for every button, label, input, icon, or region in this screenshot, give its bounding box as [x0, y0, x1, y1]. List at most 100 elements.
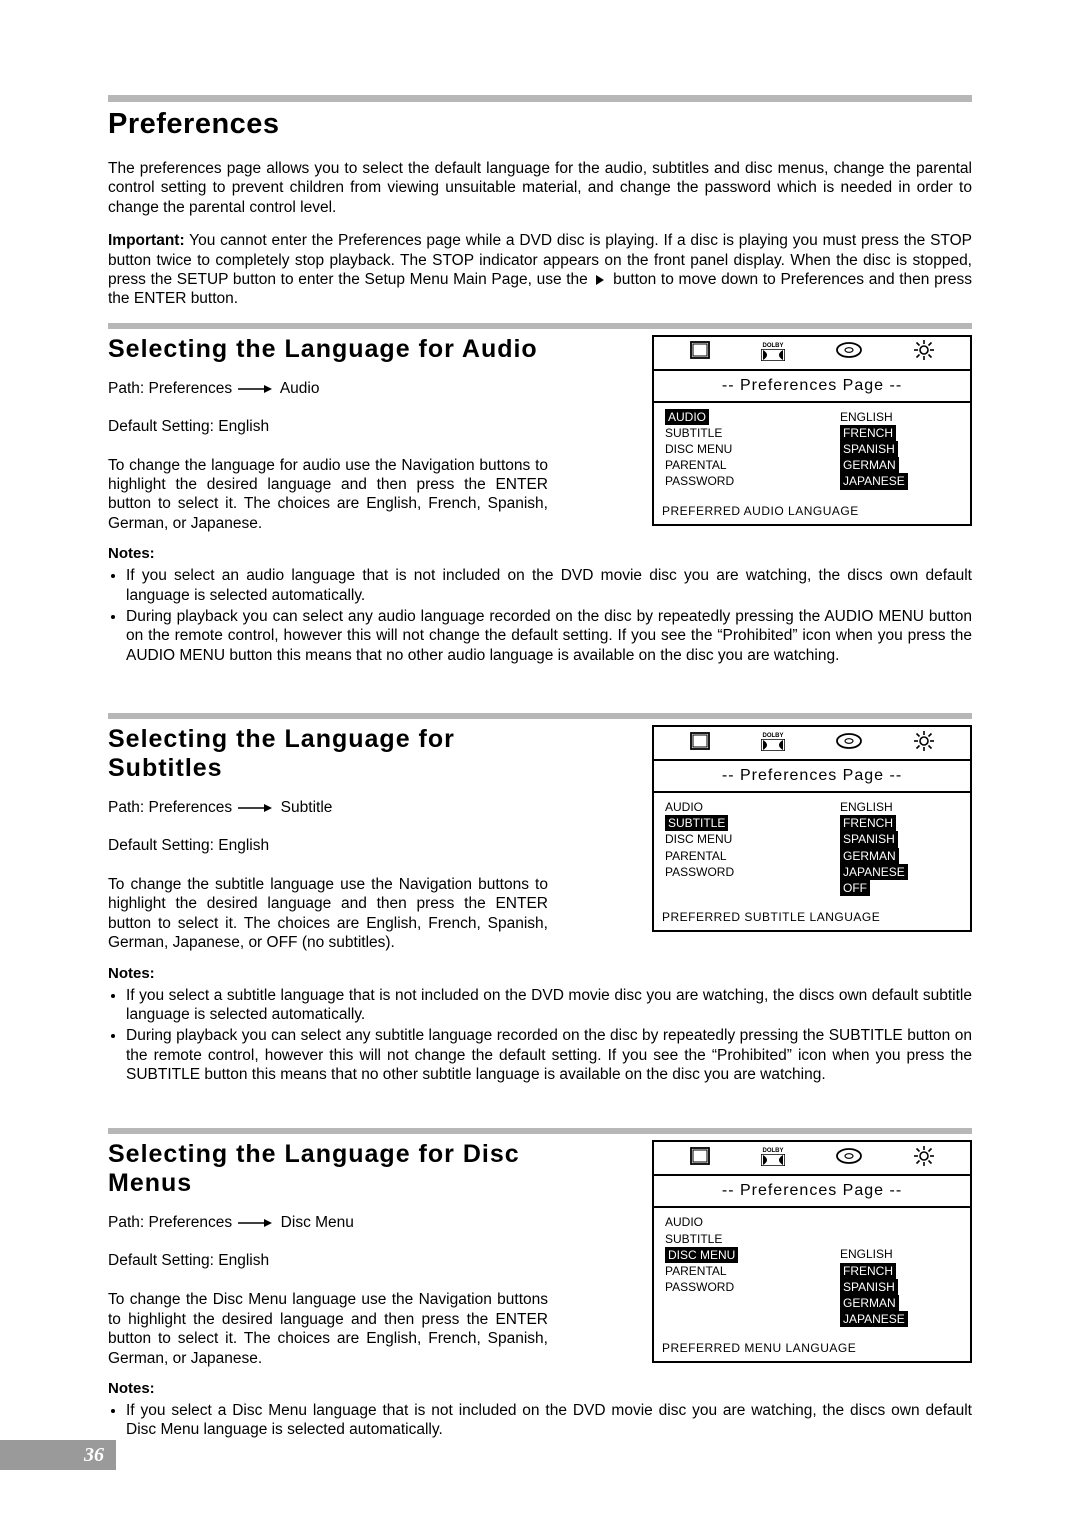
osd-left-item: DISC MENU — [665, 1247, 738, 1263]
osd-left-list: AUDIO SUBTITLE DISC MENU PARENTAL PASSWO… — [662, 1214, 827, 1327]
osd-right-item: FRENCH — [840, 1263, 896, 1279]
osd-footer: PREFERRED AUDIO LANGUAGE — [654, 500, 970, 524]
disc-icon — [835, 341, 863, 364]
osd-footer: PREFERRED SUBTITLE LANGUAGE — [654, 906, 970, 930]
osd-right-item: JAPANESE — [840, 1311, 908, 1327]
audio-default: Default Setting: English — [108, 418, 548, 436]
discmenu-title: Selecting the Language for Disc Menus — [108, 1140, 548, 1198]
osd-right-item: GERMAN — [840, 1295, 899, 1311]
osd-right-item: GERMAN — [840, 457, 899, 473]
note-item: If you select an audio language that is … — [126, 566, 972, 605]
osd-left-item: PARENTAL — [662, 848, 827, 864]
section-divider — [108, 1128, 972, 1134]
note-item: During playback you can select any audio… — [126, 607, 972, 665]
notes-label: Notes: — [108, 1380, 972, 1397]
note-item: If you select a subtitle language that i… — [126, 986, 972, 1025]
intro-paragraph: The preferences page allows you to selec… — [108, 159, 972, 217]
osd-right-item: SPANISH — [840, 1279, 898, 1295]
discmenu-path: Path: Preferences Disc Menu — [108, 1214, 548, 1232]
osd-title: -- Preferences Page -- — [654, 371, 970, 403]
gear-icon — [913, 730, 935, 757]
osd-left-item: AUDIO — [662, 1214, 827, 1230]
notes-label: Notes: — [108, 965, 972, 982]
osd-right-item: SPANISH — [840, 831, 898, 847]
subtitle-path: Path: Preferences Subtitle — [108, 799, 548, 817]
notes-label: Notes: — [108, 545, 972, 562]
osd-left-item: SUBTITLE — [665, 815, 728, 831]
osd-left-item: PASSWORD — [662, 473, 827, 489]
discmenu-default: Default Setting: English — [108, 1252, 548, 1270]
subtitle-notes: If you select a subtitle language that i… — [108, 986, 972, 1085]
important-paragraph: Important: You cannot enter the Preferen… — [108, 231, 972, 309]
osd-right-item: GERMAN — [840, 848, 899, 864]
osd-right-item: OFF — [840, 880, 870, 896]
osd-left-item: PASSWORD — [662, 1279, 827, 1295]
osd-right-list: ENGLISH FRENCH SPANISH GERMAN JAPANESE O… — [827, 799, 962, 896]
subtitle-default: Default Setting: English — [108, 837, 548, 855]
osd-right-list: ENGLISH FRENCH SPANISH GERMAN JAPANESE — [827, 1214, 962, 1327]
disc-icon — [835, 732, 863, 755]
audio-title: Selecting the Language for Audio — [108, 335, 548, 364]
osd-left-list: AUDIO SUBTITLE DISC MENU PARENTAL PASSWO… — [662, 799, 827, 896]
osd-icon-row: DOLBY — [654, 337, 970, 371]
arrow-icon — [238, 1218, 272, 1228]
osd-right-item: JAPANESE — [840, 473, 908, 489]
osd-left-item: PARENTAL — [662, 457, 827, 473]
gear-icon — [913, 1145, 935, 1172]
important-label: Important: — [108, 232, 185, 249]
osd-left-item: AUDIO — [662, 799, 827, 815]
disc-icon — [835, 1147, 863, 1170]
osd-left-item: SUBTITLE — [662, 425, 827, 441]
arrow-icon — [238, 803, 272, 813]
osd-right-item: ENGLISH — [837, 1246, 962, 1262]
osd-right-item: FRENCH — [840, 425, 896, 441]
osd-left-item: DISC MENU — [662, 831, 827, 847]
path-label: Path: Preferences — [108, 380, 236, 397]
right-triangle-icon — [595, 274, 605, 286]
gear-icon — [913, 339, 935, 366]
page-number: 36 — [0, 1440, 116, 1470]
osd-right-list: ENGLISH FRENCH SPANISH GERMAN JAPANESE — [827, 409, 962, 490]
note-item: If you select a Disc Menu language that … — [126, 1401, 972, 1440]
osd-icon-row: DOLBY — [654, 727, 970, 761]
osd-icon-row: DOLBY — [654, 1142, 970, 1176]
osd-left-item: PARENTAL — [662, 1263, 827, 1279]
subtitle-body: To change the subtitle language use the … — [108, 875, 548, 953]
osd-title: -- Preferences Page -- — [654, 1176, 970, 1208]
note-item: During playback you can select any subti… — [126, 1026, 972, 1084]
path-target: Disc Menu — [276, 1214, 354, 1231]
discmenu-notes: If you select a Disc Menu language that … — [108, 1401, 972, 1440]
path-label: Path: Preferences — [108, 799, 236, 816]
discmenu-body: To change the Disc Menu language use the… — [108, 1290, 548, 1368]
page-icon — [689, 731, 711, 756]
osd-title: -- Preferences Page -- — [654, 761, 970, 793]
arrow-icon — [238, 384, 272, 394]
osd-right-item: ENGLISH — [837, 409, 962, 425]
dolby-icon: DOLBY — [761, 343, 785, 363]
osd-left-item: DISC MENU — [662, 441, 827, 457]
osd-left-item: PASSWORD — [662, 864, 827, 880]
path-target: Subtitle — [276, 799, 332, 816]
section-title: Preferences — [108, 108, 972, 141]
audio-notes: If you select an audio language that is … — [108, 566, 972, 665]
osd-discmenu: DOLBY -- Preferences Page -- AUDIO SUBTI… — [652, 1140, 972, 1363]
osd-audio: DOLBY -- Preferences Page -- AUDIO SUBTI… — [652, 335, 972, 526]
osd-left-item: SUBTITLE — [662, 1231, 827, 1247]
osd-right-item: ENGLISH — [837, 799, 962, 815]
audio-body: To change the language for audio use the… — [108, 456, 548, 534]
osd-left-item: AUDIO — [665, 409, 709, 425]
section-divider — [108, 713, 972, 719]
path-target: Audio — [276, 380, 319, 397]
osd-right-item: SPANISH — [840, 441, 898, 457]
osd-subtitle: DOLBY -- Preferences Page -- AUDIO SUBTI… — [652, 725, 972, 932]
osd-footer: PREFERRED MENU LANGUAGE — [654, 1337, 970, 1361]
osd-right-item: JAPANESE — [840, 864, 908, 880]
dolby-icon: DOLBY — [761, 733, 785, 753]
section-divider — [108, 95, 972, 102]
osd-right-item: FRENCH — [840, 815, 896, 831]
dolby-icon: DOLBY — [761, 1148, 785, 1168]
audio-path: Path: Preferences Audio — [108, 380, 548, 398]
path-label: Path: Preferences — [108, 1214, 236, 1231]
subtitle-title: Selecting the Language for Subtitles — [108, 725, 548, 783]
osd-left-list: AUDIO SUBTITLE DISC MENU PARENTAL PASSWO… — [662, 409, 827, 490]
